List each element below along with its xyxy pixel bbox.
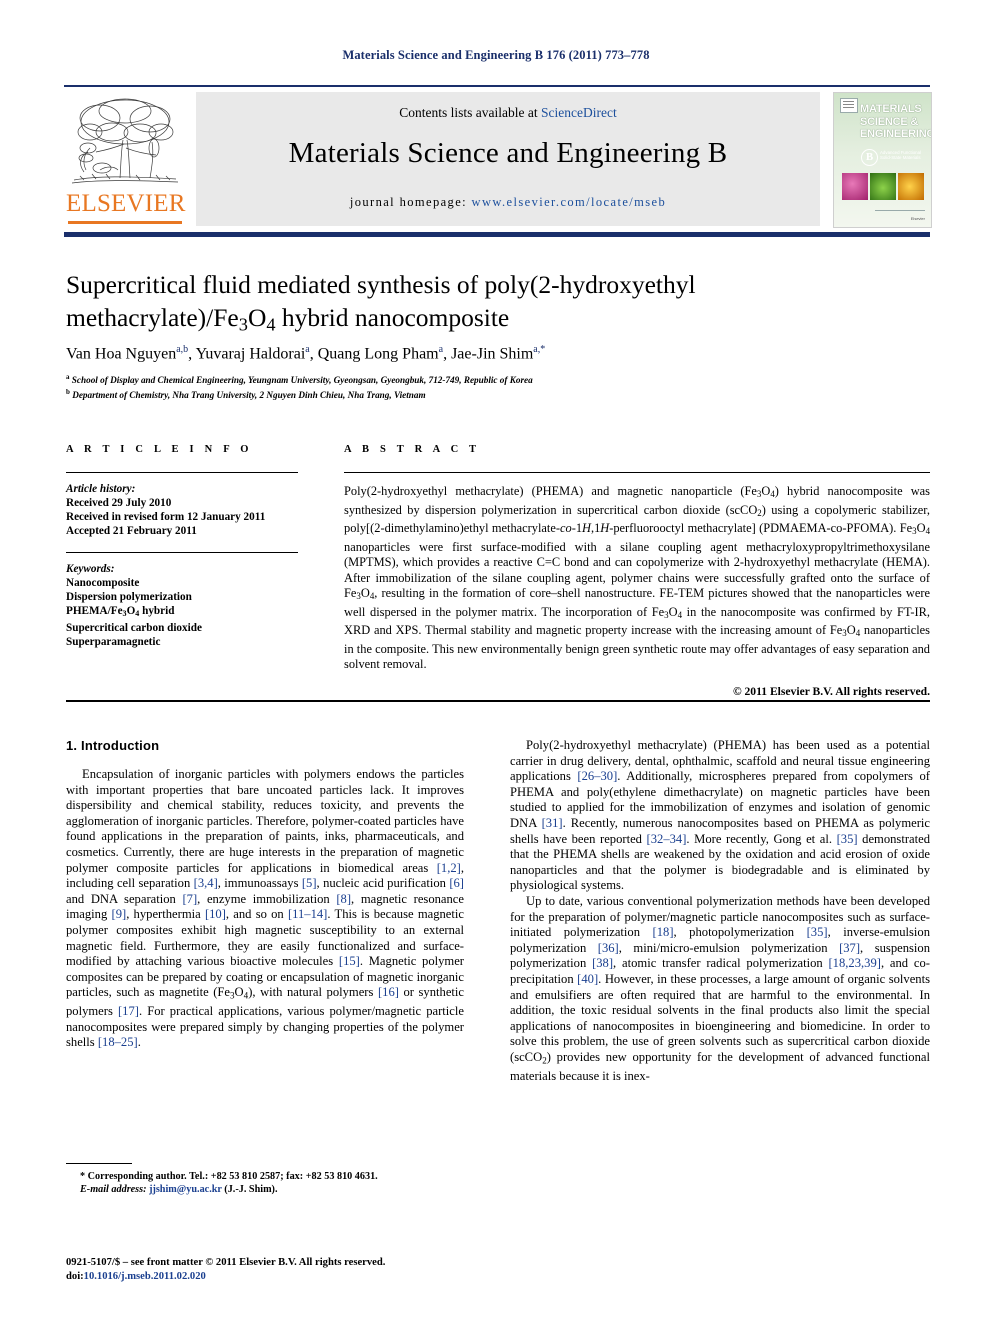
title-line-2-a: methacrylate)/Fe <box>66 303 239 332</box>
title-sub-3: 3 <box>238 314 248 335</box>
affiliation-b-text: Department of Chemistry, Nha Trang Unive… <box>72 389 426 400</box>
author-4[interactable]: Jae-Jin Shim <box>451 345 533 362</box>
keywords-block: Keywords: Nanocomposite Dispersion polym… <box>66 562 298 649</box>
imprint-line-1: 0921-5107/$ – see front matter © 2011 El… <box>66 1257 386 1268</box>
cover-title-line1: MATERIALS <box>860 103 922 115</box>
history-item-0: Received 29 July 2010 <box>66 497 172 509</box>
history-item-2: Accepted 21 February 2011 <box>66 525 197 537</box>
cover-subtitle: Advanced Functional Solid-State Material… <box>880 150 922 161</box>
abstract-rule <box>344 472 930 473</box>
elsevier-logo: ELSEVIER <box>66 92 186 226</box>
footnote-block: * Corresponding author. Tel.: +82 53 810… <box>66 1170 466 1196</box>
homepage-url[interactable]: www.elsevier.com/locate/mseb <box>472 195 667 209</box>
title-line-1: Supercritical fluid mediated synthesis o… <box>66 270 696 299</box>
article-info-rule-mid <box>66 552 298 553</box>
keyword-0: Nanocomposite <box>66 577 140 589</box>
article-info-column: A R T I C L E I N F O Article history: R… <box>66 444 298 649</box>
elsevier-wordmark: ELSEVIER <box>66 190 186 217</box>
abstract-heading: A B S T R A C T <box>344 444 481 455</box>
corresponding-author-note: * Corresponding author. Tel.: +82 53 810… <box>80 1171 378 1182</box>
history-item-1: Received in revised form 12 January 2011 <box>66 511 266 523</box>
keyword-4: Superparamagnetic <box>66 636 161 649</box>
cover-title-line2: SCIENCE & <box>860 115 919 128</box>
keyword-1: Dispersion polymerization <box>66 591 192 603</box>
journal-header-box: Contents lists available at ScienceDirec… <box>196 92 820 226</box>
author-2-marks: a <box>305 344 310 355</box>
abstract-column: A B S T R A C T Poly(2-hydroxyethyl meth… <box>344 444 930 698</box>
homepage-label: journal homepage: <box>349 195 468 209</box>
affiliations: a School of Display and Chemical Enginee… <box>66 372 886 401</box>
cover-title: MATERIALS SCIENCE & ENGINEERING <box>860 103 932 141</box>
article-info-rule-top <box>66 472 298 473</box>
contents-available-line: Contents lists available at ScienceDirec… <box>196 105 820 121</box>
imprint-doi-line: doi:10.1016/j.mseb.2011.02.020 <box>66 1270 486 1284</box>
email-link[interactable]: jjshim@yu.ac.kr <box>149 1184 222 1195</box>
author-4-marks: a,* <box>533 344 546 355</box>
doi-label: doi: <box>66 1271 84 1282</box>
author-list: Van Hoa Nguyena,b, Yuvaraj Haldoraia, Qu… <box>66 344 546 363</box>
body-column-left: 1. Introduction Encapsulation of inorgan… <box>66 738 464 1051</box>
elsevier-underbar <box>68 221 182 224</box>
imprint-block: 0921-5107/$ – see front matter © 2011 El… <box>66 1256 486 1284</box>
cover-elsevier-mark-icon <box>840 98 858 113</box>
header-top-rule <box>64 85 930 87</box>
page-title: Supercritical fluid mediated synthesis o… <box>66 268 766 342</box>
intro-paragraph-1: Encapsulation of inorganic particles wit… <box>66 767 464 1050</box>
journal-homepage-line: journal homepage: www.elsevier.com/locat… <box>196 195 820 210</box>
keyword-3: Supercritical carbon dioxide <box>66 622 202 635</box>
header-bottom-rule <box>64 232 930 237</box>
cover-series-badge: B <box>861 149 878 166</box>
body-column-right: Poly(2-hydroxyethyl methacrylate) (PHEMA… <box>510 738 930 1084</box>
affiliation-b: b Department of Chemistry, Nha Trang Uni… <box>66 387 426 400</box>
author-1[interactable]: Van Hoa Nguyen <box>66 345 176 362</box>
doi-link[interactable]: 10.1016/j.mseb.2011.02.020 <box>84 1271 206 1282</box>
contents-prefix: Contents lists available at <box>399 105 541 120</box>
keywords-label: Keywords: <box>66 563 115 575</box>
section-heading-introduction: 1. Introduction <box>66 738 160 753</box>
title-sub-4: 4 <box>266 314 276 335</box>
email-note: E-mail address: jjshim@yu.ac.kr (J.-J. S… <box>66 1183 466 1196</box>
author-1-marks: a,b <box>176 344 189 355</box>
intro-paragraph-3: Up to date, various conventional polymer… <box>510 893 930 1083</box>
keyword-2: PHEMA/Fe3O4 hybrid <box>66 605 175 619</box>
journal-cover-thumbnail: MATERIALS SCIENCE & ENGINEERING B Advanc… <box>833 92 932 228</box>
body-separator-rule <box>66 700 930 702</box>
cover-title-line3: ENGINEERING <box>860 128 932 140</box>
journal-title: Materials Science and Engineering B <box>288 137 728 169</box>
abstract-text: Poly(2-hydroxyethyl methacrylate) (PHEMA… <box>344 484 931 672</box>
running-head: Materials Science and Engineering B 176 … <box>342 48 650 62</box>
abstract-copyright: © 2011 Elsevier B.V. All rights reserved… <box>732 684 930 698</box>
author-3[interactable]: Quang Long Pham <box>318 345 439 362</box>
title-line-2-b: O <box>247 303 267 332</box>
email-label: E-mail address: <box>80 1184 147 1195</box>
footnote-rule <box>66 1163 132 1165</box>
intro-paragraph-2: Poly(2-hydroxyethyl methacrylate) (PHEMA… <box>510 738 930 893</box>
affiliation-a-text: School of Display and Chemical Engineeri… <box>71 375 533 386</box>
cover-footer: Elsevier <box>910 216 925 221</box>
elsevier-tree-icon <box>71 98 179 184</box>
article-history-label: Article history: <box>66 483 136 495</box>
title-line-2-c: hybrid nanocomposite <box>275 303 510 332</box>
cover-image-swatches <box>842 173 924 200</box>
author-2[interactable]: Yuvaraj Haldorai <box>196 345 306 362</box>
affiliation-a: a School of Display and Chemical Enginee… <box>66 373 533 386</box>
article-info-heading: A R T I C L E I N F O <box>66 444 253 455</box>
paper-page: Materials Science and Engineering B 176 … <box>0 0 992 1323</box>
author-3-marks: a <box>438 344 444 355</box>
email-owner: (J.-J. Shim). <box>224 1184 278 1195</box>
article-history-block: Article history: Received 29 July 2010 R… <box>66 482 298 538</box>
sciencedirect-link[interactable]: ScienceDirect <box>541 105 617 120</box>
